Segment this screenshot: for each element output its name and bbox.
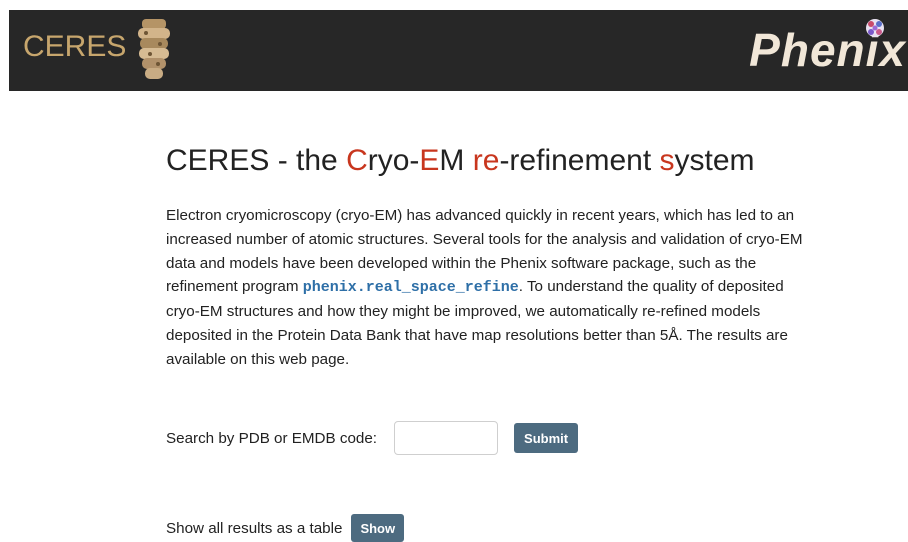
title-accent-s: s xyxy=(659,144,675,177)
search-label: Search by PDB or EMDB code: xyxy=(166,429,378,447)
ceres-molecule-icon xyxy=(138,19,170,79)
intro-paragraph: Electron cryomicroscopy (cryo-EM) has ad… xyxy=(166,204,816,372)
page-title: CERES - the Cryo-EM re-refinement system xyxy=(166,142,816,180)
title-part: CERES - the xyxy=(166,144,347,177)
title-part: -refinement xyxy=(499,144,660,177)
show-results-row: Show all results as a table Show xyxy=(166,514,405,542)
search-input[interactable] xyxy=(394,421,499,455)
title-accent-e: E xyxy=(419,144,440,177)
title-part: M xyxy=(439,144,473,177)
title-accent-c: C xyxy=(346,144,368,177)
search-form: Search by PDB or EMDB code: Submit xyxy=(166,419,579,457)
title-part: ystem xyxy=(674,144,755,177)
main-content: CERES - the Cryo-EM re-refinement system… xyxy=(166,142,816,372)
title-accent-re: re xyxy=(472,144,500,177)
program-name-code: phenix.real_space_refine xyxy=(302,279,519,297)
site-header: CERES Phenix xyxy=(9,10,908,91)
submit-button[interactable]: Submit xyxy=(514,423,579,453)
show-button[interactable]: Show xyxy=(351,514,405,542)
title-part: ryo- xyxy=(367,144,420,177)
ceres-logo[interactable]: CERES xyxy=(23,32,126,62)
phenix-molecule-icon xyxy=(866,19,884,37)
show-results-label: Show all results as a table xyxy=(166,519,343,537)
